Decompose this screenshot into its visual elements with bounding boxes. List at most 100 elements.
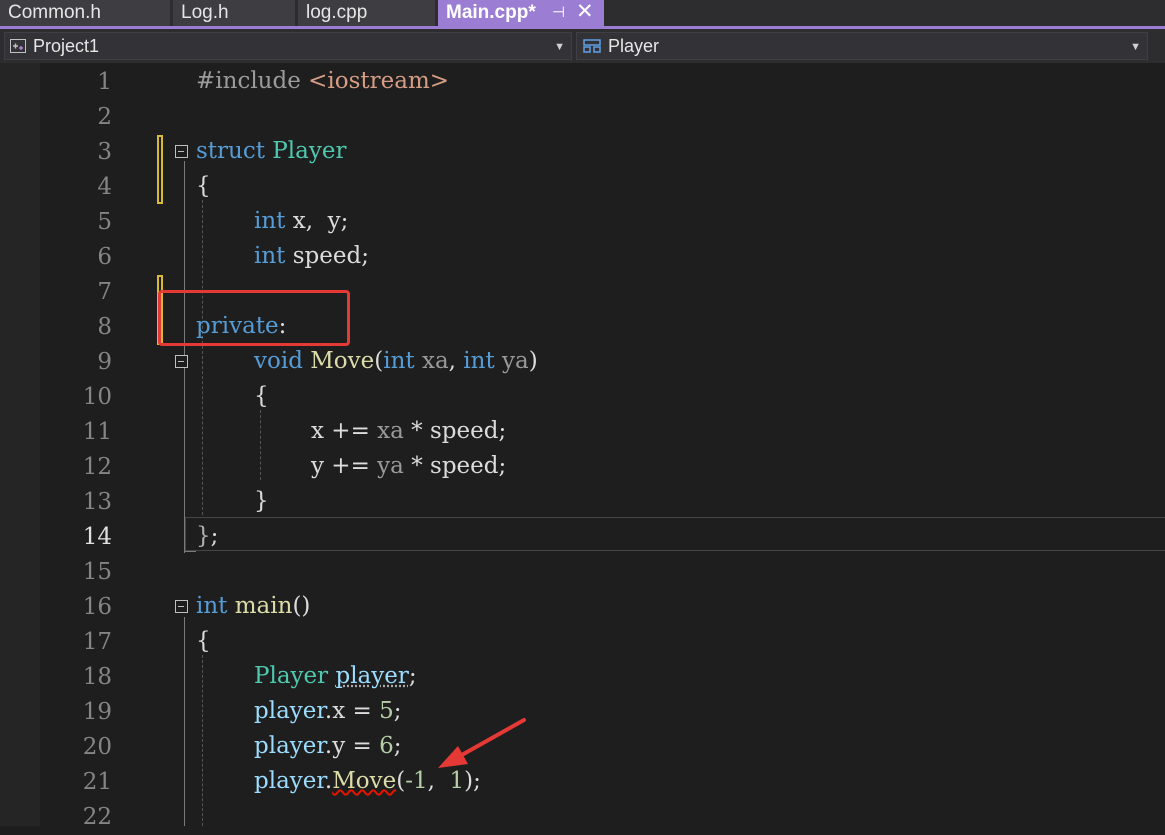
brace: { xyxy=(196,173,211,199)
line-number: 6 xyxy=(60,240,112,275)
function-name: main xyxy=(227,593,292,619)
operator: += xyxy=(324,418,377,444)
variable-declaration: player xyxy=(335,663,408,689)
line-number: 8 xyxy=(60,310,112,345)
line-number: 17 xyxy=(60,625,112,660)
line-number-current: 14 xyxy=(60,520,112,555)
keyword: int xyxy=(254,208,285,234)
type-name: Player xyxy=(254,663,328,689)
code-line-14[interactable]: }; xyxy=(196,519,218,554)
tab-main-cpp[interactable]: Main.cpp* ⊣ ✕ xyxy=(438,0,604,29)
operator: * xyxy=(404,418,430,444)
code-line-11[interactable]: x += xa * speed; xyxy=(311,414,506,449)
pin-icon[interactable]: ⊣ xyxy=(552,0,565,25)
line-number: 3 xyxy=(60,135,112,170)
semicolon: ; xyxy=(394,733,402,759)
code-line-16[interactable]: int main() xyxy=(196,589,310,624)
line-number: 11 xyxy=(60,415,112,450)
indicator-margin xyxy=(0,63,40,826)
unsaved-change-marker xyxy=(157,135,163,204)
line-number: 1 xyxy=(60,65,112,100)
code-line-4[interactable]: { xyxy=(196,169,211,204)
tab-common-h[interactable]: Common.h xyxy=(0,0,170,26)
parameter: xa xyxy=(377,418,404,444)
line-number: 13 xyxy=(60,485,112,520)
collapse-toggle-icon[interactable] xyxy=(175,145,188,158)
chevron-down-icon: ▼ xyxy=(554,34,565,60)
semicolon: ; xyxy=(394,698,402,724)
variable: speed; xyxy=(430,418,506,444)
collapse-toggle-icon[interactable] xyxy=(175,600,188,613)
navigation-bar: Project1 ▼ Player ▼ xyxy=(0,29,1165,63)
line-number: 21 xyxy=(60,765,112,800)
keyword: int xyxy=(463,348,494,374)
include-path: <iostream> xyxy=(308,68,449,94)
code-line-6[interactable]: int speed; xyxy=(254,239,369,274)
variable: player xyxy=(254,733,325,759)
member-label: Player xyxy=(608,33,659,59)
variable: y xyxy=(311,453,324,479)
line-number: 7 xyxy=(60,275,112,310)
paren: () xyxy=(292,593,310,619)
keyword: int xyxy=(254,243,285,269)
indent-guide xyxy=(202,200,203,515)
collapse-toggle-icon[interactable] xyxy=(175,355,188,368)
paren: ( xyxy=(396,768,405,794)
code-line-20[interactable]: player.y = 6; xyxy=(254,729,401,764)
code-line-13[interactable]: } xyxy=(254,484,269,519)
brace: { xyxy=(254,383,269,409)
code-editor[interactable] xyxy=(0,63,1165,826)
code-line-18[interactable]: Player player; xyxy=(254,659,417,694)
tab-log-cpp[interactable]: log.cpp xyxy=(298,0,435,26)
tab-label: Log.h xyxy=(181,2,229,23)
line-number: 15 xyxy=(60,555,112,590)
code-line-3[interactable]: struct Player xyxy=(196,134,346,169)
project-dropdown[interactable]: Project1 ▼ xyxy=(4,32,572,60)
close-icon[interactable]: ✕ xyxy=(576,0,594,24)
operator: * xyxy=(404,453,430,479)
outline-line xyxy=(184,617,185,826)
member-dropdown[interactable]: Player ▼ xyxy=(576,32,1148,60)
comma: , xyxy=(449,348,464,374)
semicolon: ; xyxy=(211,523,219,549)
tab-log-h[interactable]: Log.h xyxy=(173,0,295,26)
current-line-highlight xyxy=(185,517,1165,551)
code-line-9[interactable]: void Move(int xa, int ya) xyxy=(254,344,538,379)
function-call-with-error[interactable]: Move xyxy=(332,768,396,794)
line-number: 2 xyxy=(60,100,112,135)
code-line-12[interactable]: y += ya * speed; xyxy=(311,449,506,484)
project-icon xyxy=(10,39,26,53)
line-number: 16 xyxy=(60,590,112,625)
variable: player xyxy=(254,698,325,724)
code-text: x, y; xyxy=(285,208,348,234)
struct-icon xyxy=(582,39,602,53)
code-line-5[interactable]: int x, y; xyxy=(254,204,348,239)
parameter: xa xyxy=(415,348,449,374)
brace: { xyxy=(196,628,211,654)
line-number: 4 xyxy=(60,170,112,205)
variable: x xyxy=(311,418,324,444)
parameter: ya xyxy=(495,348,529,374)
indent-guide xyxy=(202,655,203,826)
project-label: Project1 xyxy=(33,33,99,59)
tab-label: log.cpp xyxy=(306,2,367,23)
preprocessor-directive: #include xyxy=(196,68,308,94)
code-line-1[interactable]: #include <iostream> xyxy=(196,64,449,99)
code-line-17[interactable]: { xyxy=(196,624,211,659)
outline-end xyxy=(184,551,196,552)
line-number: 9 xyxy=(60,345,112,380)
paren: ( xyxy=(374,348,383,374)
line-number: 18 xyxy=(60,660,112,695)
semicolon: ; xyxy=(409,663,417,689)
operator: = xyxy=(345,698,379,724)
code-line-10[interactable]: { xyxy=(254,379,269,414)
document-tab-bar: Common.h Log.h log.cpp Main.cpp* ⊣ ✕ xyxy=(0,0,1165,28)
parameter: ya xyxy=(377,453,404,479)
code-text: speed; xyxy=(285,243,369,269)
line-number: 12 xyxy=(60,450,112,485)
member: y xyxy=(332,733,345,759)
code-line-19[interactable]: player.x = 5; xyxy=(254,694,401,729)
tab-label: Main.cpp* xyxy=(446,2,536,23)
operator: += xyxy=(324,453,377,479)
type-name: Player xyxy=(265,138,346,164)
